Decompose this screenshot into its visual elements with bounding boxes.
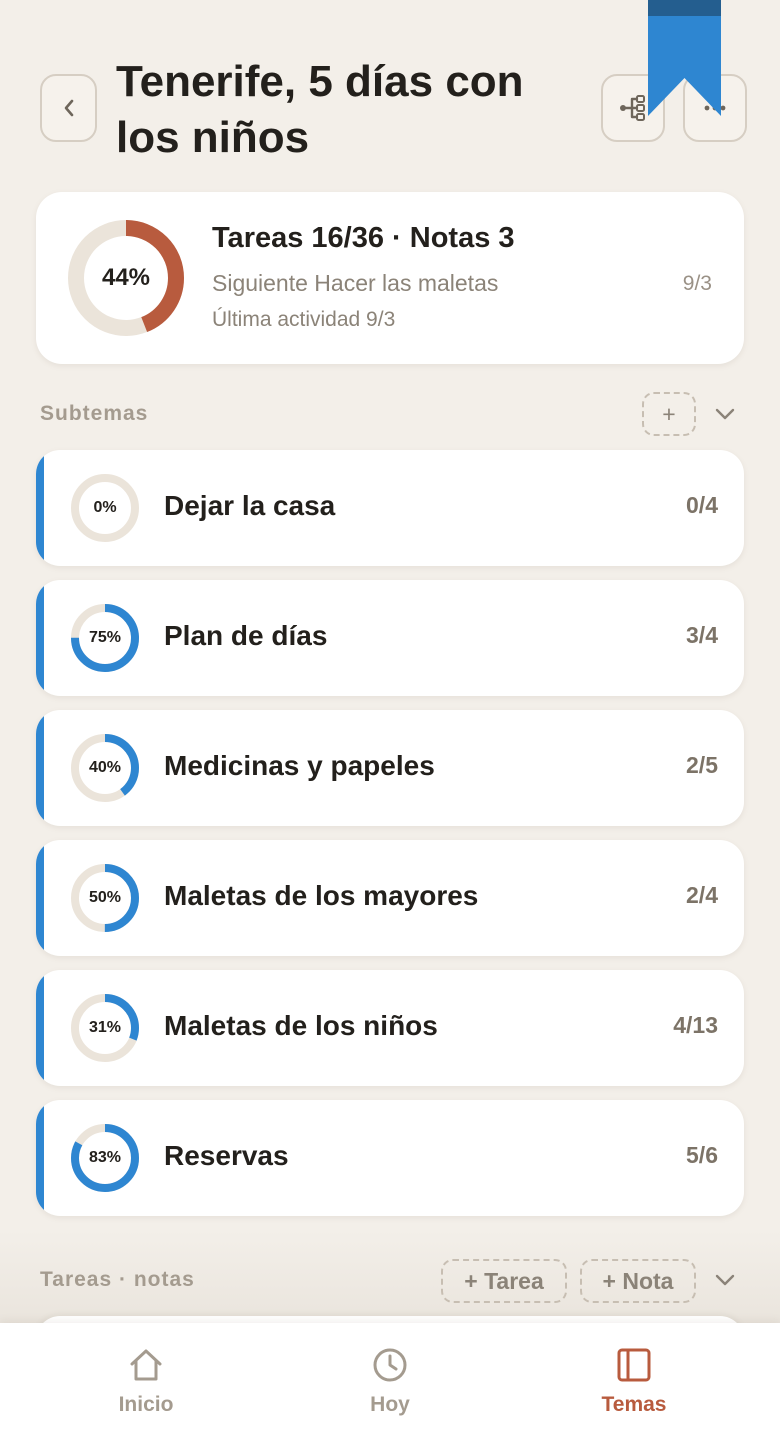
subtopic-percent: 0% bbox=[93, 499, 117, 516]
tab-hoy[interactable]: Hoy bbox=[290, 1323, 490, 1444]
add-task-button[interactable]: + Tarea bbox=[441, 1259, 567, 1303]
subtopic-title: Dejar la casa bbox=[164, 490, 336, 521]
add-task-label: + Tarea bbox=[464, 1267, 544, 1294]
tab-inicio[interactable]: Inicio bbox=[46, 1323, 246, 1444]
tree-icon bbox=[620, 95, 645, 121]
subtopic-task-count: 2/5 bbox=[686, 752, 718, 778]
subtopic-accent-bar bbox=[36, 450, 44, 566]
chevron-left-icon bbox=[64, 99, 73, 117]
page-title: Tenerife, 5 días con los niños bbox=[116, 57, 524, 162]
bookmark-ribbon-icon[interactable] bbox=[648, 0, 721, 116]
subtopic-card[interactable]: 75% Plan de días 3/4 bbox=[36, 580, 744, 696]
subtopic-card[interactable]: 0% Dejar la casa 0/4 bbox=[36, 450, 744, 566]
subtopic-accent-bar bbox=[36, 970, 44, 1086]
summary-percent: 44% bbox=[101, 264, 151, 291]
add-note-label: + Nota bbox=[602, 1267, 674, 1294]
subtopic-percent: 40% bbox=[88, 759, 122, 776]
subtopics-section-label: Subtemas bbox=[40, 402, 149, 425]
back-button[interactable] bbox=[40, 74, 97, 142]
subtopic-percent: 50% bbox=[88, 889, 122, 906]
subtopic-card[interactable]: 40% Medicinas y papeles 2/5 bbox=[36, 710, 744, 826]
tab-hoy-label: Hoy bbox=[370, 1393, 410, 1416]
next-task: Siguiente Hacer las maletas bbox=[212, 270, 499, 296]
subtopic-task-count: 4/13 bbox=[673, 1012, 718, 1038]
clock-icon bbox=[373, 1348, 407, 1382]
tab-temas[interactable]: Temas bbox=[534, 1323, 734, 1444]
add-subtopic-label: + bbox=[662, 400, 676, 427]
bottom-tab-bar: Inicio Hoy Temas bbox=[0, 1323, 780, 1444]
subtopic-accent-bar bbox=[36, 1100, 44, 1216]
chevron-down-icon[interactable] bbox=[713, 1268, 737, 1292]
subtopic-accent-bar bbox=[36, 840, 44, 956]
subtopic-accent-bar bbox=[36, 580, 44, 696]
book-icon bbox=[617, 1348, 651, 1382]
add-subtopic-button[interactable]: + bbox=[642, 392, 696, 436]
subtopic-card[interactable]: 31% Maletas de los niños 4/13 bbox=[36, 970, 744, 1086]
header: Tenerife, 5 días con los niños bbox=[0, 0, 780, 190]
subtopic-title: Maletas de los niños bbox=[164, 1010, 438, 1041]
chevron-down-icon[interactable] bbox=[713, 402, 737, 426]
home-icon bbox=[130, 1349, 162, 1381]
subtopic-card[interactable]: 50% Maletas de los mayores 2/4 bbox=[36, 840, 744, 956]
subtopic-percent: 75% bbox=[88, 629, 122, 646]
subtopic-title: Medicinas y papeles bbox=[164, 750, 435, 781]
subtopic-task-count: 5/6 bbox=[686, 1142, 718, 1168]
subtopic-task-count: 0/4 bbox=[686, 492, 718, 518]
subtopic-title: Plan de días bbox=[164, 620, 328, 651]
subtopic-percent: 83% bbox=[88, 1149, 122, 1166]
next-task-date: 9/3 bbox=[682, 272, 712, 295]
topic-summary-card[interactable]: 44% Tareas 16/36 · Notas 3 Siguiente Hac… bbox=[36, 192, 744, 364]
subtopic-task-count: 3/4 bbox=[686, 622, 718, 648]
subtopic-title: Reservas bbox=[164, 1140, 289, 1171]
summary-title: Tareas 16/36 · Notas 3 bbox=[212, 222, 515, 254]
subtopic-card[interactable]: 83% Reservas 5/6 bbox=[36, 1100, 744, 1216]
tasks-notes-section-label: Tareas · notas bbox=[40, 1268, 195, 1291]
subtopic-accent-bar bbox=[36, 710, 44, 826]
tab-temas-label: Temas bbox=[601, 1393, 667, 1416]
subtopic-title: Maletas de los mayores bbox=[164, 880, 479, 911]
tab-inicio-label: Inicio bbox=[118, 1393, 174, 1416]
subtopic-task-count: 2/4 bbox=[686, 882, 718, 908]
add-note-button[interactable]: + Nota bbox=[580, 1259, 696, 1303]
last-activity: Última actividad 9/3 bbox=[212, 308, 396, 331]
subtopic-percent: 31% bbox=[88, 1019, 122, 1036]
